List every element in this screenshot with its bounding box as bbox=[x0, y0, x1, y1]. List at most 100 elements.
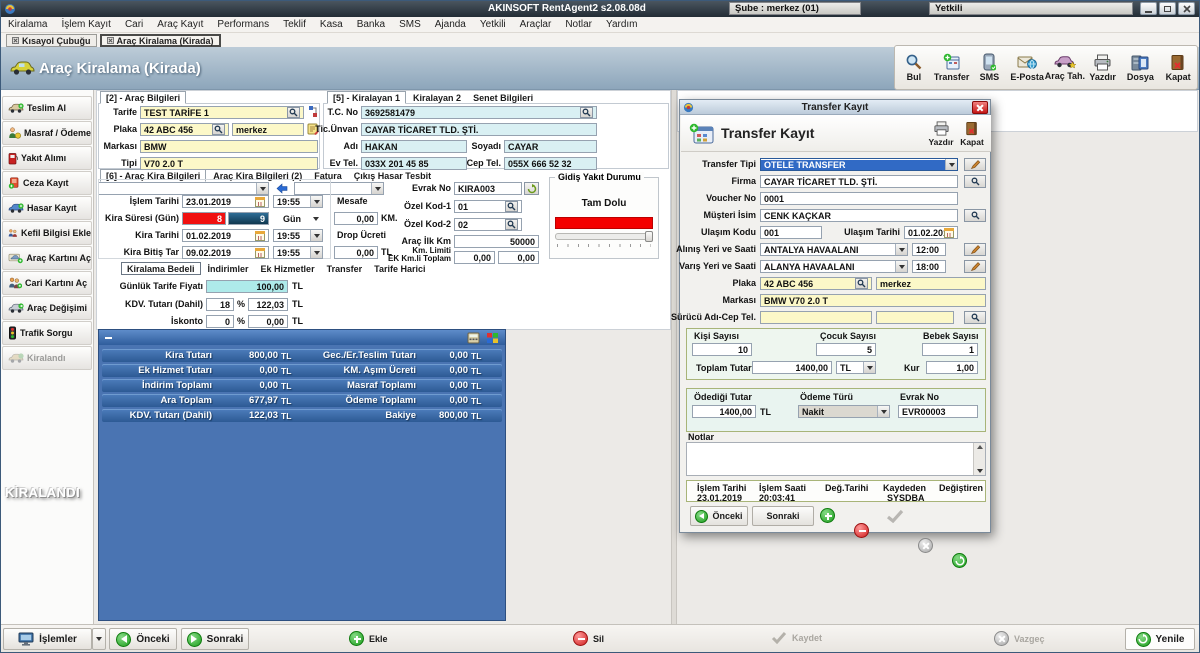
tab-arac-bilgileri[interactable]: [2] - Araç Bilgileri bbox=[100, 91, 186, 104]
chevron-down-icon[interactable] bbox=[310, 213, 322, 224]
dialog-sonraki-button[interactable]: Sonraki bbox=[752, 506, 814, 526]
kdv-oran-field[interactable]: 18 bbox=[206, 298, 234, 311]
gunluk-tarife-field[interactable]: 100,00 bbox=[206, 280, 288, 293]
cep-tel-field[interactable]: 055X 666 52 32 bbox=[504, 157, 597, 170]
notes-textarea[interactable] bbox=[686, 442, 986, 476]
find-button[interactable]: Bul bbox=[895, 47, 932, 89]
onceki-button[interactable]: Önceki bbox=[109, 628, 177, 650]
sil-button[interactable]: Sil bbox=[573, 631, 604, 646]
collapse-icon[interactable] bbox=[104, 333, 113, 342]
menu-cari[interactable]: Cari bbox=[118, 19, 150, 30]
print-button[interactable]: Yazdır bbox=[1084, 47, 1121, 89]
delete-icon[interactable] bbox=[854, 523, 869, 538]
menu-notlar[interactable]: Notlar bbox=[558, 19, 599, 30]
dialog-plaka-field[interactable]: 42 ABC 456 bbox=[760, 277, 872, 290]
dialog-close-page-button[interactable]: Kapat bbox=[958, 117, 986, 150]
calendar-icon[interactable] bbox=[255, 231, 265, 241]
tab-kiralayan-2[interactable]: Kiralayan 2 bbox=[408, 91, 466, 104]
toplam-birim-combo[interactable]: TL bbox=[836, 361, 876, 374]
ozel-kod1-field[interactable]: 01 bbox=[454, 200, 522, 213]
menu-kasa[interactable]: Kasa bbox=[313, 19, 350, 30]
kira-bitis-field[interactable]: 09.02.2019 bbox=[182, 246, 269, 259]
search-icon[interactable] bbox=[287, 107, 300, 118]
menu-sms[interactable]: SMS bbox=[392, 19, 428, 30]
sms-button[interactable]: SMS bbox=[971, 47, 1008, 89]
calendar-icon[interactable] bbox=[255, 248, 265, 258]
ulasim-tarihi-field[interactable]: 01.02.2019 bbox=[904, 226, 958, 239]
varis-combo[interactable]: ALANYA HAVAALANI bbox=[760, 260, 908, 273]
file-button[interactable]: Dosya bbox=[1122, 47, 1159, 89]
restore-button[interactable] bbox=[1159, 2, 1176, 15]
sonraki-button[interactable]: Sonraki bbox=[181, 628, 249, 650]
menu-yardim[interactable]: Yardım bbox=[599, 19, 645, 30]
minimize-button[interactable] bbox=[1140, 2, 1157, 15]
evrak-no-field[interactable]: KIRA003 bbox=[454, 182, 522, 195]
search-icon[interactable] bbox=[580, 107, 593, 118]
sube-field[interactable]: merkez bbox=[232, 123, 304, 136]
dialog-title-bar[interactable]: Transfer Kayıt bbox=[680, 100, 990, 115]
adi-field[interactable]: HAKAN bbox=[361, 140, 467, 153]
dialog-markasi-field[interactable]: BMW V70 2.0 T bbox=[760, 294, 986, 307]
sidebar-item-trafik-sorgu[interactable]: Trafik Sorgu bbox=[2, 321, 92, 345]
tab-tarife-harici[interactable]: Tarife Harici bbox=[369, 262, 430, 275]
sidebar-item-ceza-kayit[interactable]: Ceza Kayıt bbox=[2, 171, 92, 195]
kira-suresi-field-1[interactable]: 8 bbox=[182, 212, 226, 225]
tab-arac-kiralama[interactable]: Araç Kiralama (Kirada) bbox=[100, 34, 221, 47]
regenerate-icon[interactable] bbox=[524, 182, 539, 195]
menu-kiralama[interactable]: Kiralama bbox=[1, 19, 54, 30]
islem-tarihi-field[interactable]: 23.01.2019 bbox=[182, 195, 269, 208]
menu-performans[interactable]: Performans bbox=[210, 19, 276, 30]
dialog-sube-field[interactable]: merkez bbox=[876, 277, 986, 290]
fuel-slider-track[interactable] bbox=[555, 233, 653, 240]
musteri-field[interactable]: CENK KAÇKAR bbox=[760, 209, 958, 222]
menu-arac-kayit[interactable]: Araç Kayıt bbox=[150, 19, 210, 30]
odedigi-field[interactable]: 1400,00 bbox=[692, 405, 756, 418]
iskonto-tutar-field[interactable]: 0,00 bbox=[248, 315, 288, 328]
sidebar-item-arac-degisimi[interactable]: Araç Değişimi bbox=[2, 296, 92, 320]
mesafe-field[interactable]: 0,00 bbox=[334, 212, 378, 225]
close-window-button[interactable] bbox=[1178, 2, 1195, 15]
scrollbar[interactable] bbox=[973, 443, 985, 475]
email-button[interactable]: E-Posta bbox=[1009, 47, 1046, 89]
menu-islem-kayit[interactable]: İşlem Kayıt bbox=[54, 19, 117, 30]
gun-combo[interactable]: Gün bbox=[273, 212, 323, 225]
refresh-icon[interactable] bbox=[952, 553, 967, 568]
chevron-down-icon[interactable] bbox=[945, 159, 957, 170]
scroll-down-icon[interactable] bbox=[977, 469, 983, 473]
km-limiti-field-1[interactable]: 0,00 bbox=[454, 251, 495, 264]
search-icon[interactable] bbox=[855, 278, 868, 289]
scroll-up-icon[interactable] bbox=[977, 445, 983, 449]
markasi-field[interactable]: BMW bbox=[140, 140, 318, 153]
bitis-saat-combo[interactable]: 19:55 bbox=[273, 246, 323, 259]
sidebar-item-arac-kartini-ac[interactable]: Araç Kartını Aç bbox=[2, 246, 92, 270]
unvan-field[interactable]: CAYAR TİCARET TLD. ŞTİ. bbox=[361, 123, 597, 136]
edit-button[interactable] bbox=[964, 260, 986, 273]
firma-field[interactable]: CAYAR TİCARET TLD. ŞTİ. bbox=[760, 175, 958, 188]
sidebar-item-kefil-bilgisi[interactable]: Kefil Bilgisi Ekle bbox=[2, 221, 92, 245]
sidebar-item-masraf-odeme[interactable]: Masraf / Ödeme bbox=[2, 121, 92, 145]
menu-ajanda[interactable]: Ajanda bbox=[428, 19, 473, 30]
iskonto-oran-field[interactable]: 0 bbox=[206, 315, 234, 328]
chevron-down-icon[interactable] bbox=[310, 196, 322, 207]
search-button[interactable] bbox=[964, 311, 986, 324]
dialog-print-button[interactable]: Yazdır bbox=[927, 117, 955, 150]
search-icon[interactable] bbox=[505, 201, 518, 212]
close-icon[interactable] bbox=[12, 37, 19, 44]
chevron-down-icon[interactable] bbox=[371, 183, 383, 194]
tab-transfer[interactable]: Transfer bbox=[322, 262, 368, 275]
ekle-button[interactable]: Ekle bbox=[349, 631, 388, 646]
fuel-slider-handle[interactable] bbox=[645, 231, 653, 242]
tab-indirimler[interactable]: İndirimler bbox=[203, 262, 254, 275]
arac-ilk-km-field[interactable]: 50000 bbox=[454, 235, 539, 248]
kdv-tutar-field[interactable]: 122,03 bbox=[248, 298, 288, 311]
tab-senet-bilgileri[interactable]: Senet Bilgileri bbox=[468, 91, 538, 104]
bebek-field[interactable]: 1 bbox=[922, 343, 978, 356]
dialog-evrak-field[interactable]: EVR00003 bbox=[898, 405, 978, 418]
yenile-button[interactable]: Yenile bbox=[1125, 628, 1195, 650]
sidebar-item-hasar-kayit[interactable]: Hasar Kayıt bbox=[2, 196, 92, 220]
chevron-down-icon[interactable] bbox=[877, 406, 889, 417]
chevron-down-icon[interactable] bbox=[863, 362, 875, 373]
search-icon[interactable] bbox=[212, 124, 225, 135]
tab-ek-hizmetler[interactable]: Ek Hizmetler bbox=[256, 262, 320, 275]
chevron-down-icon[interactable] bbox=[895, 244, 907, 255]
